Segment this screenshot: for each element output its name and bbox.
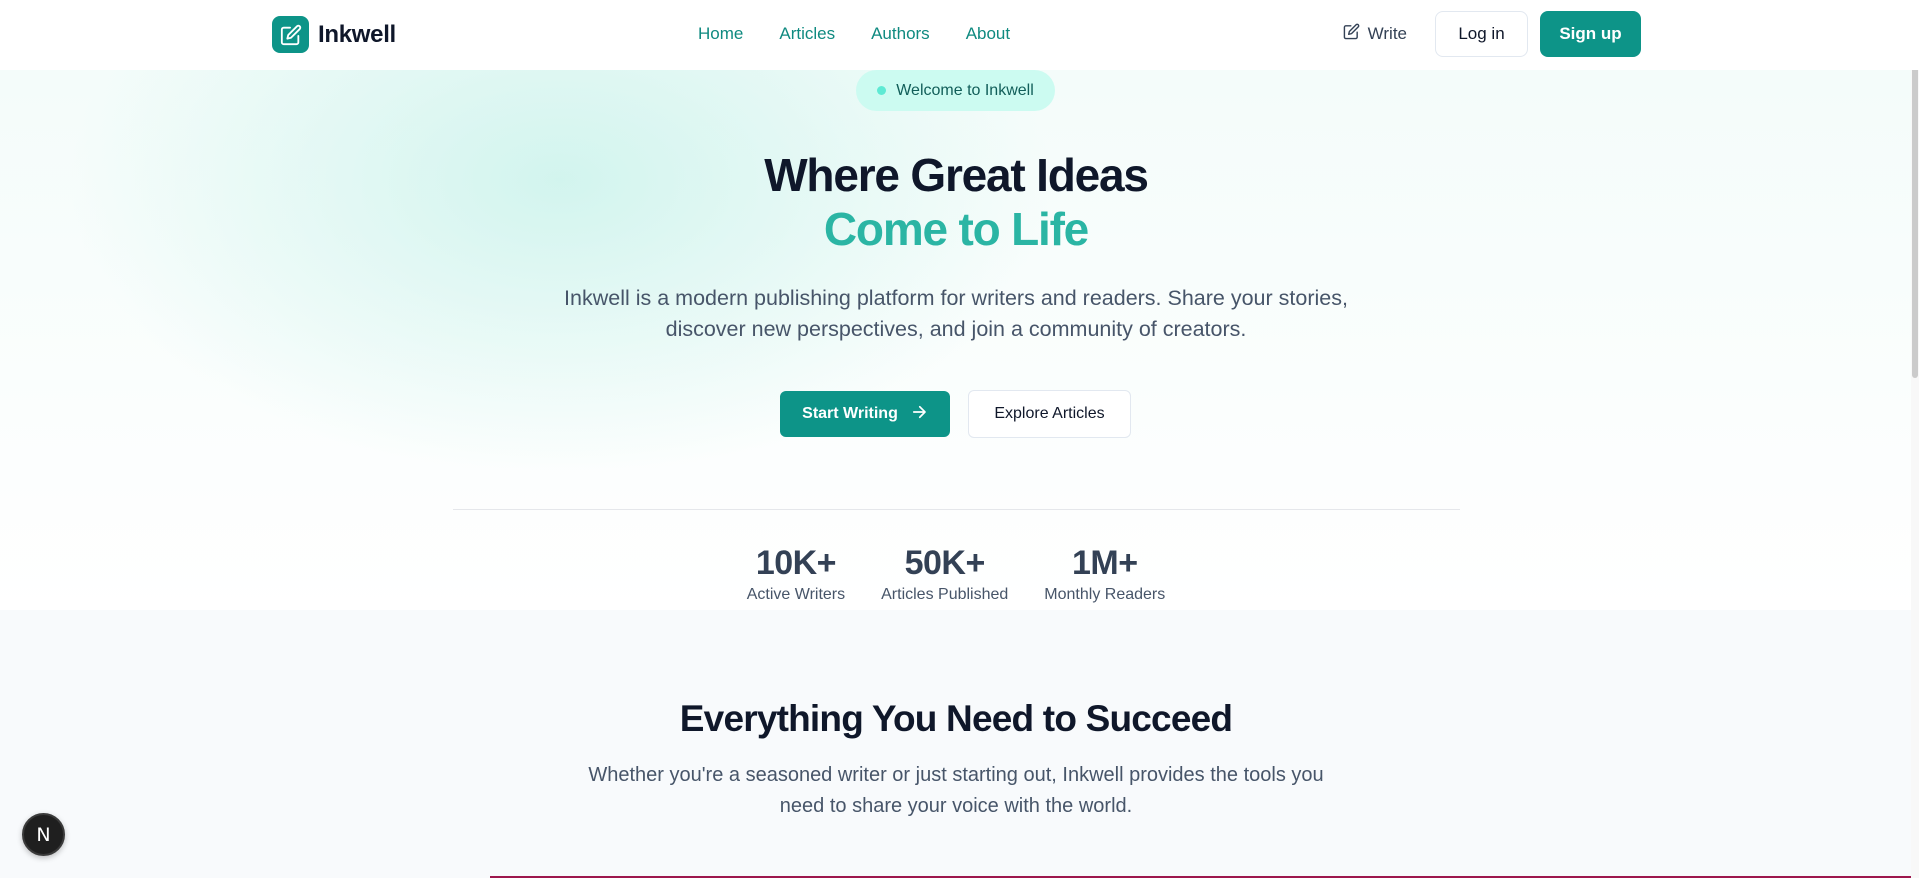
nav-authors[interactable]: Authors (871, 24, 930, 44)
hero-section: Welcome to Inkwell Where Great Ideas Com… (0, 70, 1919, 610)
stat-label: Articles Published (881, 586, 1009, 603)
stat-label: Monthly Readers (1044, 586, 1166, 603)
login-button[interactable]: Log in (1435, 11, 1528, 57)
nav-home[interactable]: Home (698, 24, 743, 44)
badge-dot-icon (877, 86, 887, 95)
start-writing-label: Start Writing (802, 405, 898, 422)
hero-title: Where Great Ideas Come to Life (0, 148, 1912, 256)
features-section: Everything You Need to Succeed Whether y… (0, 610, 1919, 878)
nav-articles[interactable]: Articles (779, 24, 835, 44)
hero-description: Inkwell is a modern publishing platform … (564, 286, 1348, 341)
welcome-badge: Welcome to Inkwell (856, 70, 1055, 111)
brand-link[interactable]: Inkwell (272, 16, 396, 53)
landing-page: Inkwell Home Articles Authors About Writ… (0, 0, 1919, 878)
stat-active-writers: 10K+ Active Writers (747, 544, 845, 604)
brand-name: Inkwell (318, 20, 396, 48)
features-description: Whether you're a seasoned writer or just… (588, 764, 1324, 817)
main-nav: Home Articles Authors About (698, 24, 1010, 44)
stats-row: 10K+ Active Writers 50K+ Articles Publis… (0, 544, 1912, 604)
dev-tools-badge[interactable]: N (22, 813, 65, 856)
header-actions: Write Log in Sign up (1327, 11, 1641, 57)
stat-value: 50K+ (904, 544, 986, 582)
dev-badge-letter: N (36, 823, 51, 846)
arrow-right-icon (910, 403, 928, 426)
signup-button[interactable]: Sign up (1540, 11, 1641, 57)
site-header: Inkwell Home Articles Authors About Writ… (0, 0, 1919, 70)
features-title: Everything You Need to Succeed (679, 698, 1233, 739)
pencil-square-icon (1343, 23, 1360, 45)
hero-title-line2: Come to Life (823, 203, 1089, 255)
hero-cta-group: Start Writing Explore Articles (780, 390, 1131, 438)
pencil-square-icon (272, 16, 309, 53)
nav-about[interactable]: About (966, 24, 1010, 44)
stat-articles-published: 50K+ Articles Published (881, 544, 1008, 604)
page-scrollbar[interactable] (1911, 0, 1919, 878)
stat-value: 10K+ (755, 544, 837, 582)
explore-articles-button[interactable]: Explore Articles (968, 390, 1131, 438)
stat-value: 1M+ (1071, 544, 1138, 582)
stat-label: Active Writers (746, 586, 846, 603)
badge-text: Welcome to Inkwell (896, 81, 1034, 99)
stat-monthly-readers: 1M+ Monthly Readers (1044, 544, 1165, 604)
hero-title-line1: Where Great Ideas (764, 149, 1149, 201)
start-writing-button[interactable]: Start Writing (780, 391, 950, 437)
write-label: Write (1367, 24, 1407, 43)
write-button[interactable]: Write (1327, 11, 1423, 57)
hero-divider (453, 509, 1460, 510)
